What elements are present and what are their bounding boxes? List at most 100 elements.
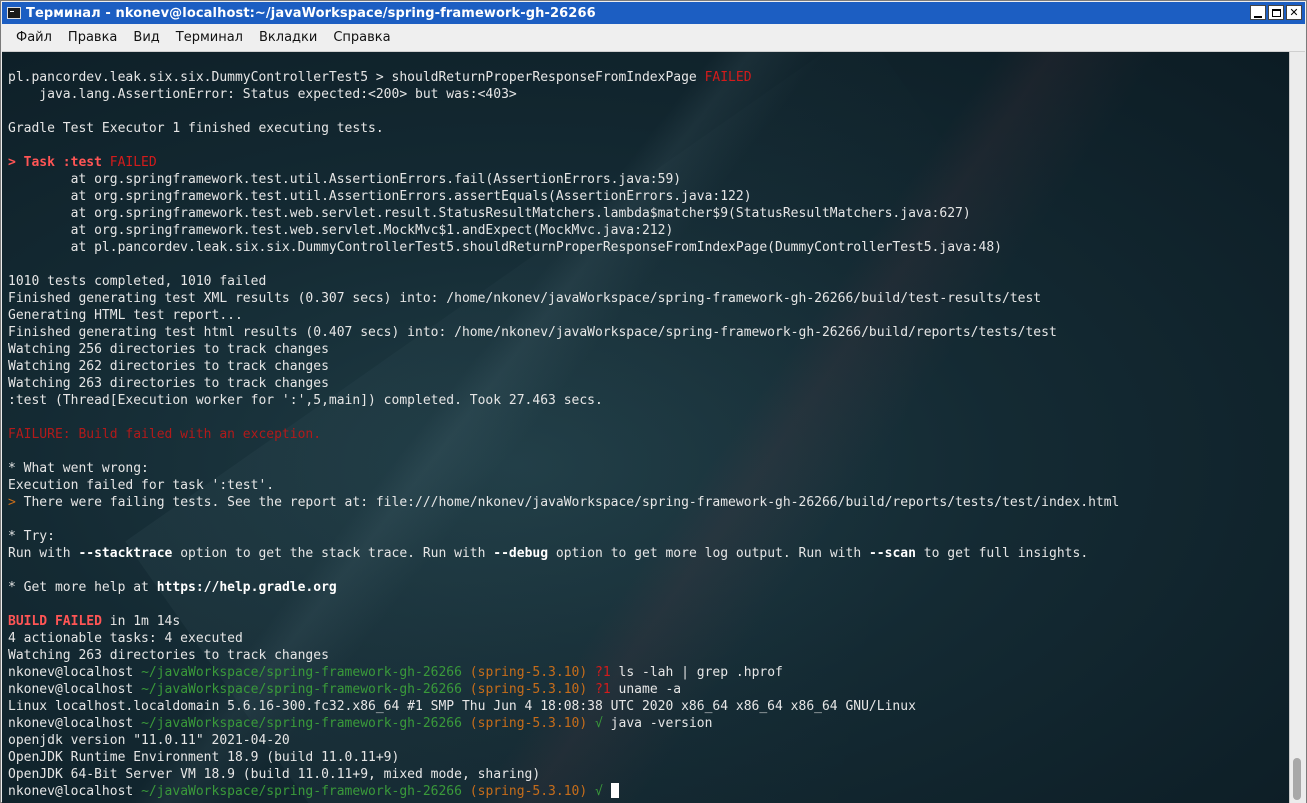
terminal-text: Finished generating test XML results (0.…	[8, 291, 1042, 306]
terminal-line: at org.springframework.test.util.Asserti…	[8, 171, 1119, 188]
menu-help[interactable]: Справка	[325, 30, 398, 45]
text-cursor	[610, 783, 619, 798]
terminal-text: Generating HTML test report...	[8, 308, 243, 323]
window-title: Терминал - nkonev@localhost:~/javaWorksp…	[26, 5, 596, 21]
terminal-line: Execution failed for task ':test'.	[8, 477, 1119, 494]
terminal-line: Generating HTML test report...	[8, 307, 1119, 324]
terminal-text: nkonev@localhost	[8, 784, 142, 799]
scrollbar-thumb[interactable]	[1293, 758, 1301, 800]
close-button[interactable]: ✕	[1286, 5, 1302, 20]
terminal-line: Watching 256 directories to track change…	[8, 341, 1119, 358]
terminal-line: > There were failing tests. See the repo…	[8, 494, 1119, 511]
terminal-text: --stacktrace	[78, 546, 173, 561]
menu-view[interactable]: Вид	[125, 30, 167, 45]
terminal-text: > Task :test	[8, 155, 110, 170]
terminal-window: Терминал - nkonev@localhost:~/javaWorksp…	[0, 0, 1307, 803]
vertical-scrollbar[interactable]	[1289, 52, 1306, 803]
menu-terminal[interactable]: Терминал	[168, 30, 251, 45]
terminal-text: at org.springframework.test.util.Asserti…	[8, 189, 752, 204]
terminal-text: Run with	[8, 546, 79, 561]
window-controls: ✕	[1250, 5, 1302, 20]
terminal-line: :test (Thread[Execution worker for ':',5…	[8, 392, 1119, 409]
menu-file[interactable]: Файл	[8, 30, 60, 45]
maximize-button[interactable]	[1268, 5, 1284, 20]
terminal-line: FAILURE: Build failed with an exception.	[8, 426, 1119, 443]
terminal-text: 4 actionable tasks: 4 executed	[8, 631, 243, 646]
terminal-text: nkonev@localhost	[8, 665, 142, 680]
terminal-text: FAILED	[109, 155, 157, 170]
terminal-line: Gradle Test Executor 1 finished executin…	[8, 120, 1119, 137]
terminal-line: at pl.pancordev.leak.six.six.DummyContro…	[8, 239, 1119, 256]
minimize-icon	[1254, 15, 1262, 18]
terminal-text: option to get the stack trace. Run with	[172, 546, 494, 561]
terminal-text: to get full insights.	[915, 546, 1089, 561]
terminal-text: * Try:	[8, 529, 55, 544]
terminal-text: Watching 256 directories to track change…	[8, 342, 329, 357]
terminal-text: FAILED	[704, 70, 752, 85]
terminal-line: at org.springframework.test.web.servlet.…	[8, 222, 1119, 239]
terminal-line: java.lang.AssertionError: Status expecte…	[8, 86, 1119, 103]
terminal-line: nkonev@localhost ~/javaWorkspace/spring-…	[8, 664, 1119, 681]
terminal-line: Finished generating test XML results (0.…	[8, 290, 1119, 307]
terminal-line: OpenJDK 64-Bit Server VM 18.9 (build 11.…	[8, 766, 1119, 783]
minimize-button[interactable]	[1250, 5, 1266, 20]
terminal-text: Watching 262 directories to track change…	[8, 359, 329, 374]
terminal-text: java.lang.AssertionError: Status expecte…	[8, 87, 517, 102]
terminal-text: pl.pancordev.leak.six.six.DummyControlle…	[8, 70, 705, 85]
terminal-text: ~/javaWorkspace/spring-framework-gh-2626…	[141, 716, 462, 731]
terminal-text: ~/javaWorkspace/spring-framework-gh-2626…	[141, 665, 462, 680]
terminal-line: nkonev@localhost ~/javaWorkspace/spring-…	[8, 681, 1119, 698]
terminal-text: nkonev@localhost	[8, 716, 142, 731]
terminal-text: https://help.gradle.org	[156, 580, 337, 595]
terminal-icon	[7, 7, 21, 19]
terminal-text: Finished generating test html results (0…	[8, 325, 1057, 340]
terminal-text: ~/javaWorkspace/spring-framework-gh-2626…	[141, 784, 462, 799]
terminal-text: √	[587, 716, 603, 731]
terminal-text: FAILURE: Build failed with an exception.	[8, 427, 322, 442]
terminal-text: * What went wrong:	[8, 461, 149, 476]
terminal-line: Finished generating test html results (0…	[8, 324, 1119, 341]
terminal-text: ~/javaWorkspace/spring-framework-gh-2626…	[141, 682, 462, 697]
terminal-line: at org.springframework.test.web.servlet.…	[8, 205, 1119, 222]
terminal-text: (spring-5.3.10)	[461, 784, 588, 799]
terminal-output[interactable]: pl.pancordev.leak.six.six.DummyControlle…	[2, 52, 1289, 803]
terminal-line: BUILD FAILED in 1m 14s	[8, 613, 1119, 630]
terminal-line: * Try:	[8, 528, 1119, 545]
terminal-text: ?1	[587, 682, 611, 697]
terminal-text: nkonev@localhost	[8, 682, 142, 697]
terminal-line: at org.springframework.test.util.Asserti…	[8, 188, 1119, 205]
terminal-text: at pl.pancordev.leak.six.six.DummyContro…	[8, 240, 1002, 255]
menu-bar: Файл Правка Вид Терминал Вкладки Справка	[2, 24, 1305, 52]
terminal-text: openjdk version "11.0.11" 2021-04-20	[8, 733, 290, 748]
title-bar[interactable]: Терминал - nkonev@localhost:~/javaWorksp…	[2, 2, 1305, 24]
menu-edit[interactable]: Правка	[60, 30, 125, 45]
terminal-text: (spring-5.3.10)	[461, 716, 588, 731]
terminal-text: Watching 263 directories to track change…	[8, 648, 329, 663]
terminal-line: OpenJDK Runtime Environment 18.9 (build …	[8, 749, 1119, 766]
terminal-text: :test (Thread[Execution worker for ':',5…	[8, 393, 603, 408]
terminal-line: nkonev@localhost ~/javaWorkspace/spring-…	[8, 715, 1119, 732]
terminal-line: * What went wrong:	[8, 460, 1119, 477]
terminal-text: ?1	[587, 665, 611, 680]
terminal-text: OpenJDK 64-Bit Server VM 18.9 (build 11.…	[8, 767, 541, 782]
terminal-line: > Task :test FAILED	[8, 154, 1119, 171]
terminal-text: Execution failed for task ':test'.	[8, 478, 275, 493]
menu-tabs[interactable]: Вкладки	[251, 30, 325, 45]
terminal-text: BUILD FAILED	[8, 614, 102, 629]
terminal-text: uname -a	[610, 682, 682, 697]
terminal-text: >	[8, 495, 24, 510]
terminal-text: ls -lah | grep .hprof	[610, 665, 783, 680]
maximize-icon	[1271, 8, 1281, 17]
terminal-line: 4 actionable tasks: 4 executed	[8, 630, 1119, 647]
terminal-text: --debug	[493, 546, 549, 561]
terminal-line: openjdk version "11.0.11" 2021-04-20	[8, 732, 1119, 749]
terminal-line: Watching 263 directories to track change…	[8, 647, 1119, 664]
terminal-text: Linux localhost.localdomain 5.6.16-300.f…	[8, 699, 916, 714]
terminal-line: pl.pancordev.leak.six.six.DummyControlle…	[8, 69, 1119, 86]
